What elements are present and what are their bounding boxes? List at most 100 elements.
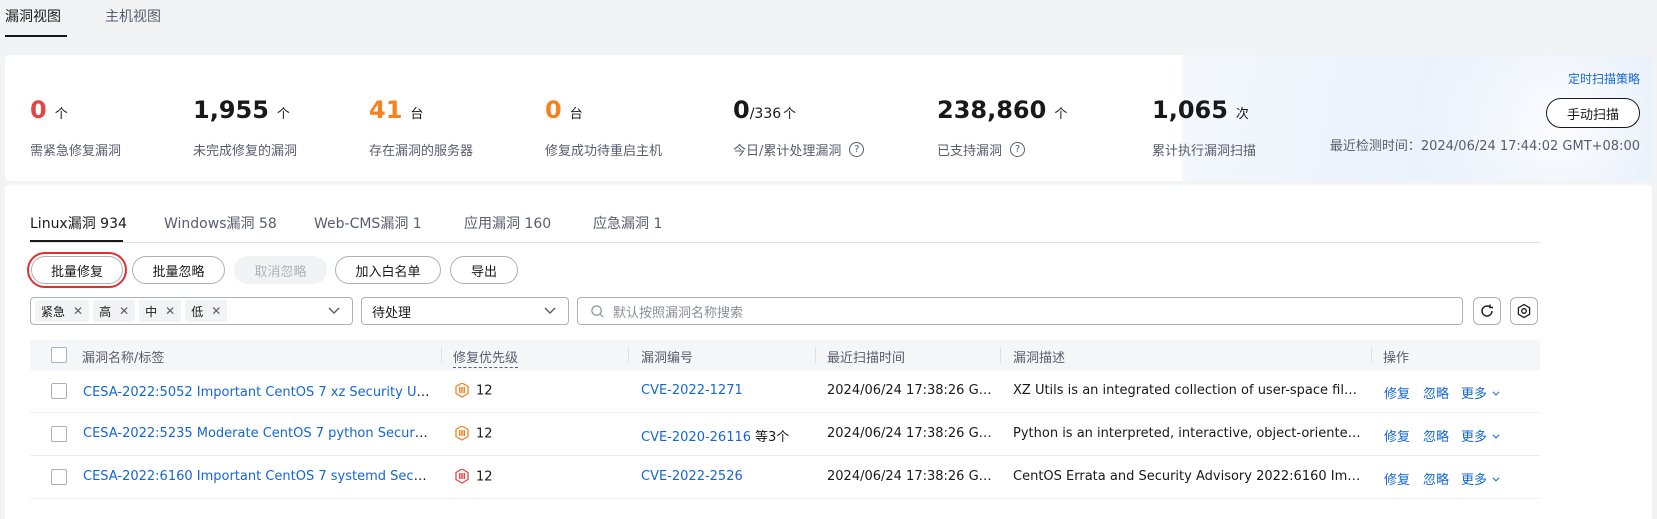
stat-unit: 次 — [1235, 107, 1249, 122]
priority-icon — [455, 383, 469, 398]
help-icon[interactable]: ? — [849, 142, 865, 157]
stat-unfinished-label: 未完成修复的漏洞 — [193, 144, 298, 159]
gear-icon — [1517, 303, 1531, 319]
more-link[interactable]: 更多 — [1461, 469, 1501, 488]
more-link[interactable]: 更多 — [1461, 426, 1501, 445]
row-checkbox[interactable] — [51, 383, 67, 399]
stats-panel: 0个 需紧急修复漏洞 1,955 个 未完成修复的漏洞 41 台 存在漏洞的服务器 … — [5, 55, 1652, 181]
header-operations: 操作 — [1383, 351, 1410, 366]
active-tab-indicator — [5, 35, 67, 37]
stat-unfinished-value: 1,955 — [193, 96, 269, 124]
priority-icon — [455, 469, 469, 484]
severity-filter-select[interactable]: 紧急 ✕ 高 ✕ 中 ✕ 低 ✕ — [30, 297, 353, 325]
stat-urgent: 0个 需紧急修复漏洞 — [30, 95, 121, 159]
close-icon[interactable]: ✕ — [119, 304, 129, 318]
cve-extra: 等3个 — [755, 430, 790, 445]
cve-link[interactable]: CVE-2022-1271 — [641, 383, 743, 398]
search-input[interactable]: 默认按照漏洞名称搜索 — [577, 297, 1463, 325]
cancel-ignore-button[interactable]: 取消忽略 — [234, 256, 327, 284]
stat-today-value: 0 — [733, 96, 750, 124]
batch-ignore-button[interactable]: 批量忽略 — [132, 256, 225, 284]
description: CentOS Errata and Security Advisory 2022… — [1013, 469, 1363, 484]
select-all-checkbox[interactable] — [51, 347, 67, 363]
vulnerability-name-link[interactable]: CESA-2022:5052 Important CentOS 7 xz Sec… — [83, 385, 431, 400]
close-icon[interactable]: ✕ — [211, 304, 221, 318]
stat-unit: 台 — [410, 107, 424, 122]
refresh-button[interactable] — [1473, 297, 1501, 325]
stat-scans-label: 累计执行漏洞扫描 — [1152, 144, 1257, 159]
export-button[interactable]: 导出 — [450, 256, 518, 284]
more-link[interactable]: 更多 — [1461, 383, 1501, 402]
help-icon[interactable]: ? — [1010, 142, 1026, 157]
ignore-link[interactable]: 忽略 — [1423, 426, 1449, 445]
chevron-down-icon — [544, 307, 556, 314]
stat-unfinished: 1,955 个 未完成修复的漏洞 — [193, 95, 297, 159]
stat-supported-value: 238,860 — [937, 96, 1047, 124]
stat-today-label: 今日/累计处理漏洞 — [733, 144, 842, 159]
tab-emergency[interactable]: 应急漏洞 1 — [593, 213, 662, 233]
header-name: 漏洞名称/标签 — [82, 351, 165, 366]
settings-button[interactable] — [1510, 297, 1538, 325]
close-icon[interactable]: ✕ — [165, 304, 175, 318]
stat-unit: 个 — [1054, 107, 1068, 122]
tab-linux[interactable]: Linux漏洞 934 — [30, 213, 127, 233]
row-checkbox[interactable] — [51, 426, 67, 442]
cve-link[interactable]: CVE-2022-2526 — [641, 469, 743, 484]
stat-urgent-label: 需紧急修复漏洞 — [30, 144, 122, 159]
stat-unit: 个 — [783, 107, 797, 122]
last-check-time: 最近检测时间：2024/06/24 17:44:02 GMT+08:00 — [1329, 139, 1640, 154]
chevron-down-icon — [1492, 391, 1500, 396]
ignore-link[interactable]: 忽略 — [1423, 383, 1449, 402]
add-whitelist-button[interactable]: 加入白名单 — [335, 256, 441, 284]
header-cve: 漏洞编号 — [641, 351, 694, 366]
tab-host-view[interactable]: 主机视图 — [105, 6, 161, 26]
vulnerability-type-tabs: Linux漏洞 934 Windows漏洞 58 Web-CMS漏洞 1 应用漏… — [30, 213, 1540, 243]
batch-fix-button[interactable]: 批量修复 — [27, 252, 127, 288]
row-checkbox[interactable] — [51, 469, 67, 485]
stat-scans-value: 1,065 — [1152, 96, 1228, 124]
vulnerability-list-panel: Linux漏洞 934 Windows漏洞 58 Web-CMS漏洞 1 应用漏… — [5, 185, 1652, 519]
tab-application[interactable]: 应用漏洞 160 — [464, 213, 551, 233]
active-tab-indicator — [30, 240, 123, 242]
scan-time: 2024/06/24 17:38:26 GMT… — [827, 469, 992, 484]
refresh-icon — [1481, 304, 1493, 317]
tab-vulnerability-view[interactable]: 漏洞视图 — [5, 6, 61, 26]
tab-windows[interactable]: Windows漏洞 58 — [164, 213, 277, 233]
fix-link[interactable]: 修复 — [1384, 469, 1410, 488]
schedule-scan-policy-link[interactable]: 定时扫描策略 — [1568, 70, 1640, 87]
fix-link[interactable]: 修复 — [1384, 426, 1410, 445]
search-icon — [591, 304, 604, 318]
vulnerability-name-link[interactable]: CESA-2022:6160 Important CentOS 7 system… — [83, 469, 431, 484]
manual-scan-button[interactable]: 手动扫描 — [1546, 98, 1640, 128]
stat-unit: 个 — [54, 107, 68, 122]
cve-link[interactable]: CVE-2020-26116 — [641, 430, 751, 445]
stat-servers-label: 存在漏洞的服务器 — [369, 144, 474, 159]
description: Python is an interpreted, interactive, o… — [1013, 426, 1363, 441]
header-description: 漏洞描述 — [1013, 351, 1066, 366]
table-row: CESA-2022:6160 Important CentOS 7 system… — [30, 456, 1540, 499]
stat-reboot-value: 0 — [545, 96, 562, 124]
header-priority[interactable]: 修复优先级 — [453, 347, 519, 368]
table-row: CESA-2022:5052 Important CentOS 7 xz Sec… — [30, 370, 1540, 413]
ignore-link[interactable]: 忽略 — [1423, 469, 1449, 488]
stat-servers-value: 41 — [369, 96, 403, 124]
chevron-down-icon — [1492, 434, 1500, 439]
close-icon[interactable]: ✕ — [73, 304, 83, 318]
priority-value: 12 — [476, 426, 493, 442]
vulnerability-name-link[interactable]: CESA-2022:5235 Moderate CentOS 7 python … — [83, 426, 431, 441]
description: XZ Utils is an integrated collection of … — [1013, 383, 1363, 398]
stat-today-total: /336 — [749, 106, 782, 122]
tab-web-cms[interactable]: Web-CMS漏洞 1 — [314, 213, 422, 233]
status-filter-select[interactable]: 待处理 — [361, 297, 569, 325]
stat-scans: 1,065 次 累计执行漏洞扫描 — [1152, 95, 1256, 159]
vulnerability-table: 漏洞名称/标签 修复优先级 漏洞编号 最近扫描时间 漏洞描述 操作 CESA-2… — [30, 340, 1540, 499]
stat-unit: 个 — [276, 107, 290, 122]
table-row: CESA-2022:5235 Moderate CentOS 7 python … — [30, 413, 1540, 456]
view-tabs: 漏洞视图 主机视图 — [0, 0, 1657, 40]
table-header: 漏洞名称/标签 修复优先级 漏洞编号 最近扫描时间 漏洞描述 操作 — [30, 340, 1540, 370]
header-scan-time: 最近扫描时间 — [827, 351, 906, 366]
scan-time: 2024/06/24 17:38:26 GMT… — [827, 426, 992, 441]
fix-link[interactable]: 修复 — [1384, 383, 1410, 402]
filter-chip: 中 ✕ — [139, 300, 182, 322]
search-placeholder: 默认按照漏洞名称搜索 — [613, 305, 744, 321]
